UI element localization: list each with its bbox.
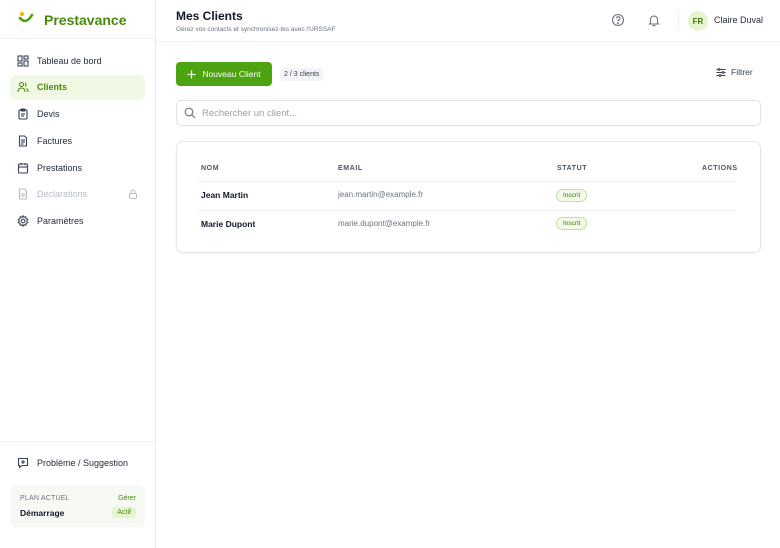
- divider: [0, 441, 155, 442]
- clients-table: NOM EMAIL STATUT ACTIONS Jean Martin jea…: [176, 141, 761, 253]
- sidebar-item-clients[interactable]: Clients: [10, 74, 145, 100]
- gear-icon: [17, 215, 29, 228]
- column-header-status: STATUT: [557, 165, 588, 172]
- page-title: Mes Clients: [176, 9, 243, 23]
- column-header-name: NOM: [201, 165, 220, 172]
- client-email: jean.martin@example.fr: [338, 190, 424, 199]
- help-icon[interactable]: [611, 13, 625, 27]
- file-icon: [18, 188, 28, 201]
- document-icon: [18, 135, 28, 147]
- plan-label: PLAN ACTUEL: [20, 495, 70, 502]
- sidebar-item-parametres[interactable]: Paramètres: [10, 209, 145, 234]
- new-client-label: Nouveau Client: [202, 69, 261, 79]
- plan-name: Démarrage: [20, 508, 65, 518]
- language-avatar[interactable]: FR: [688, 11, 708, 31]
- client-name: Jean Martin: [201, 190, 249, 200]
- users-icon: [17, 82, 29, 93]
- clipboard-icon: [18, 108, 28, 120]
- bell-icon[interactable]: [647, 13, 661, 27]
- divider: [197, 210, 737, 211]
- filter-icon: [716, 67, 726, 77]
- sidebar-item-label: Factures: [37, 135, 73, 146]
- filter-label: Filtrer: [731, 67, 753, 77]
- sidebar-item-label: Tableau de bord: [37, 55, 102, 66]
- plus-icon: [187, 70, 196, 78]
- search-bar[interactable]: [176, 100, 761, 126]
- sidebar-item-prestations[interactable]: Prestations: [10, 155, 145, 180]
- sidebar-item-declarations: Déclarations: [10, 182, 145, 207]
- report-label: Problème / Suggestion: [37, 458, 129, 468]
- manage-plan-link[interactable]: Gérer: [118, 495, 136, 502]
- page-subtitle: Gérez vos contacts et synchronisez-les a…: [176, 26, 336, 33]
- search-icon: [184, 107, 196, 119]
- user-name[interactable]: Claire Duval: [714, 15, 763, 25]
- sidebar-item-label: Déclarations: [37, 189, 88, 200]
- client-email: marie.dupont@example.fr: [338, 219, 431, 228]
- calendar-icon: [17, 162, 29, 174]
- logo-icon: [18, 11, 34, 30]
- status-badge: Inscrit: [556, 217, 588, 230]
- brand-name: Prestavance: [44, 12, 127, 28]
- report-problem-button[interactable]: Problème / Suggestion: [17, 457, 128, 469]
- client-name: Marie Dupont: [201, 219, 256, 229]
- page-header: Mes Clients Gérez vos contacts et synchr…: [156, 0, 780, 42]
- feedback-icon: [17, 457, 29, 469]
- sidebar-item-dashboard[interactable]: Tableau de bord: [10, 48, 145, 73]
- sidebar-item-devis[interactable]: Devis: [10, 102, 145, 127]
- column-header-actions: ACTIONS: [702, 165, 738, 172]
- column-header-email: EMAIL: [338, 165, 363, 172]
- divider: [0, 38, 155, 39]
- new-client-button[interactable]: Nouveau Client: [176, 62, 272, 86]
- sidebar-item-label: Clients: [37, 82, 68, 93]
- divider: [197, 181, 737, 182]
- filter-button[interactable]: Filtrer: [716, 67, 753, 77]
- sidebar-item-factures[interactable]: Factures: [10, 128, 145, 153]
- sidebar-item-label: Paramètres: [37, 216, 84, 227]
- plan-card: PLAN ACTUEL Démarrage Gérer Actif: [10, 485, 145, 527]
- divider: [678, 11, 679, 31]
- sidebar: Prestavance Tableau de bord Clients Devi…: [0, 0, 156, 548]
- dashboard-icon: [17, 54, 29, 67]
- sidebar-item-label: Prestations: [37, 162, 83, 173]
- sidebar-nav: Tableau de bord Clients Devis Factures P…: [10, 48, 145, 236]
- client-count-badge: 2 / 3 clients: [280, 68, 324, 81]
- lock-icon: [129, 190, 137, 200]
- plan-status-badge: Actif: [112, 507, 136, 518]
- status-badge: Inscrit: [556, 189, 588, 202]
- brand[interactable]: Prestavance: [18, 10, 127, 30]
- search-input[interactable]: [202, 107, 742, 119]
- sidebar-item-label: Devis: [37, 109, 60, 120]
